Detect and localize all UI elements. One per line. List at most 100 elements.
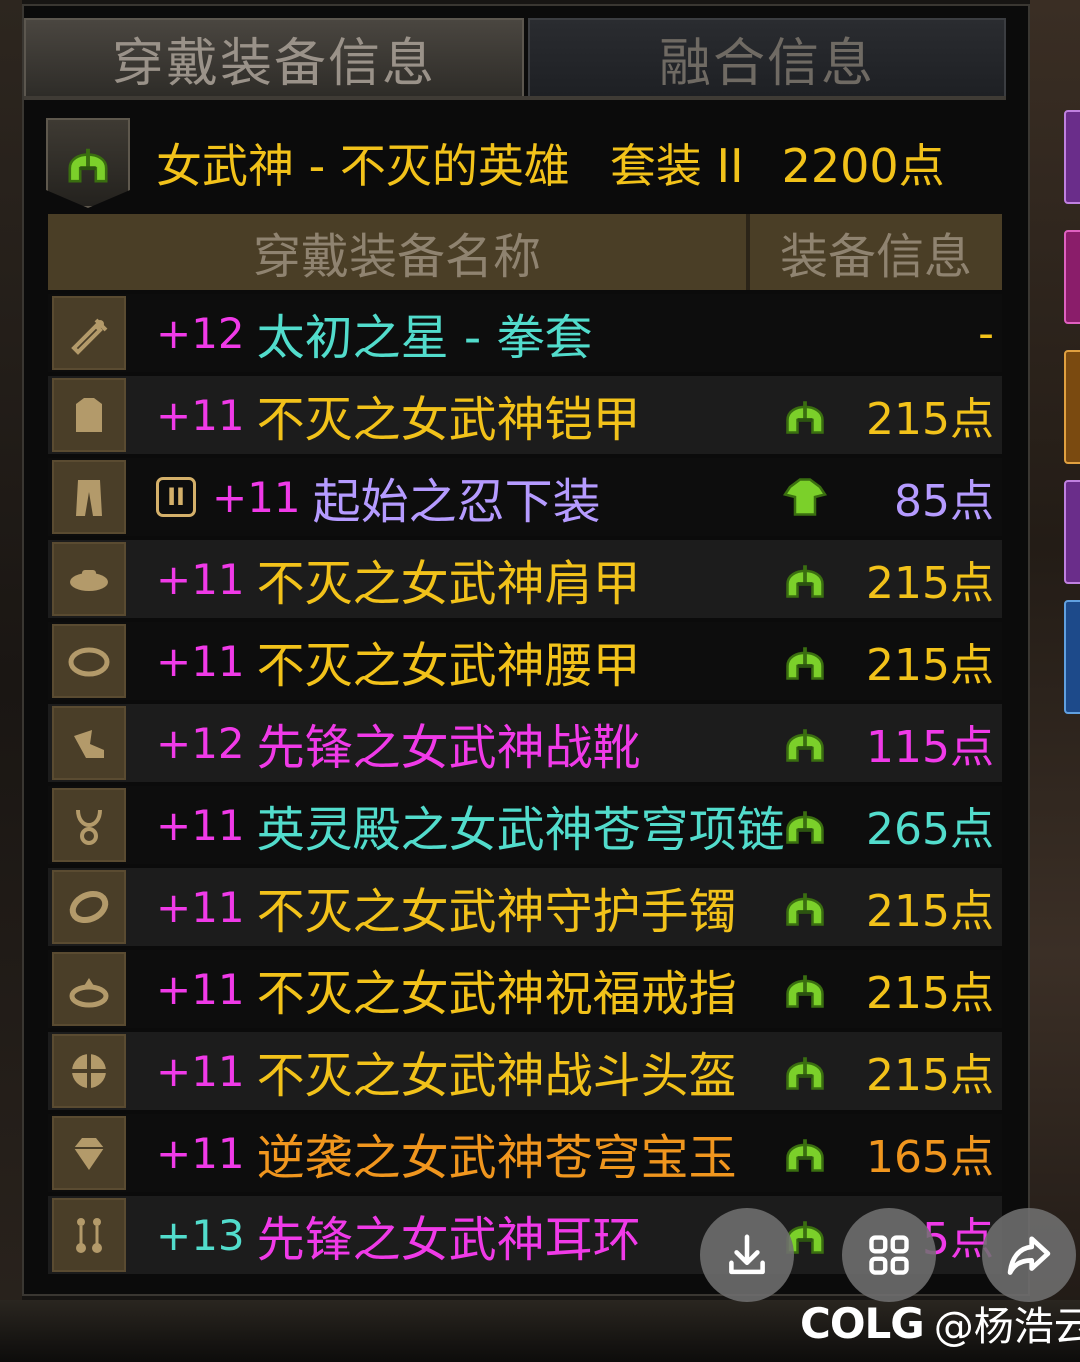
set-info-icon [780, 1128, 830, 1178]
share-button[interactable] [982, 1208, 1076, 1302]
belt-icon [68, 647, 110, 677]
table-row[interactable]: +11 不灭之女武神守护手镯 215点 [48, 868, 1002, 946]
slot-icon-frame [52, 378, 126, 452]
shoulder-icon [70, 570, 108, 591]
green-helmet-icon [68, 148, 108, 183]
enhance-level: +11 [156, 964, 245, 1014]
enhance-level: +11 [156, 636, 245, 686]
gem-icon [74, 1138, 104, 1170]
item-name: 不灭之女武神战斗头盔 [256, 1048, 737, 1104]
item-name: 英灵殿之女武神苍穹项链 [256, 802, 785, 858]
slot-icon-frame [52, 788, 126, 862]
item-points: 165点 [866, 1132, 994, 1183]
side-deco-slot [1064, 110, 1080, 204]
enhance-level: +12 [156, 308, 245, 358]
grid-icon [869, 1235, 909, 1275]
item-points: 215点 [866, 640, 994, 691]
item-points: 215点 [866, 968, 994, 1019]
table-row[interactable]: +12 先锋之女武神战靴 115点 [48, 704, 1002, 782]
green-helmet-icon [786, 647, 824, 680]
set-info-icon [780, 882, 830, 932]
necklace-icon [76, 809, 102, 845]
set-info-icon [780, 964, 830, 1014]
side-deco-slot [1064, 480, 1080, 584]
watermark: COLG @杨浩云 [800, 1294, 1080, 1352]
set-bonus-row: 女武神 - 不灭的英雄 套装 II 2200点 [40, 118, 1002, 208]
enhance-level: +11 [212, 472, 301, 522]
earring-icon [76, 1218, 102, 1253]
slot-icon-frame [52, 952, 126, 1026]
set-info-icon [780, 390, 830, 440]
green-helmet-icon [786, 1139, 824, 1172]
bracelet-icon [69, 890, 109, 924]
set-info-icon [780, 554, 830, 604]
table-row[interactable]: +11 不灭之女武神腰甲 215点 [48, 622, 1002, 700]
item-name: 不灭之女武神铠甲 [256, 392, 641, 448]
download-icon [729, 1234, 765, 1275]
table-row[interactable]: +11 不灭之女武神铠甲 215点 [48, 376, 1002, 454]
set-info-icon [780, 472, 830, 522]
enhance-level: +11 [156, 1128, 245, 1178]
item-points: 215点 [866, 394, 994, 445]
slot-icon-frame [52, 460, 126, 534]
enhance-level: +11 [156, 882, 245, 932]
weapon-icon [71, 318, 108, 355]
tab-equipped-info[interactable]: 穿戴装备信息 [24, 18, 524, 96]
top-armor-icon [76, 398, 102, 432]
table-row[interactable]: +11 不灭之女武神祝福戒指 215点 [48, 950, 1002, 1028]
table-header: 穿戴装备名称 装备信息 [48, 214, 1002, 290]
item-name: 不灭之女武神肩甲 [256, 556, 641, 612]
enhance-level: +13 [156, 1210, 245, 1260]
slot-icon-frame [52, 870, 126, 944]
green-helmet-icon [786, 729, 824, 762]
slot-icon-frame [52, 624, 126, 698]
item-tag-badge: II [156, 477, 196, 517]
download-button[interactable] [700, 1208, 794, 1302]
tab-fusion-info[interactable]: 融合信息 [528, 18, 1006, 96]
item-points: 85点 [894, 476, 994, 527]
green-helmet-icon [786, 975, 824, 1008]
green-helmet-icon [786, 893, 824, 926]
slot-icon-frame [52, 1198, 126, 1272]
watermark-logo: COLG [800, 1298, 925, 1348]
item-name: 不灭之女武神祝福戒指 [256, 966, 737, 1022]
equipment-list: +12 太初之星 - 拳套 - +11 不灭之女武神铠甲 215点 II +11 起始之忍下装 8… [48, 294, 1002, 1278]
enhance-level: +11 [156, 800, 245, 850]
item-points: 215点 [866, 886, 994, 937]
boots-icon [74, 730, 104, 758]
table-row[interactable]: +11 英灵殿之女武神苍穹项链 265点 [48, 786, 1002, 864]
item-name: 逆袭之女武神苍穹宝玉 [256, 1130, 737, 1186]
table-row[interactable]: +11 不灭之女武神肩甲 215点 [48, 540, 1002, 618]
enhance-level: +11 [156, 554, 245, 604]
slot-icon-frame [52, 1034, 126, 1108]
set-info-icon [780, 800, 830, 850]
column-header-info: 装备信息 [779, 229, 972, 285]
item-points: 265点 [866, 804, 994, 855]
side-deco-slot [1064, 600, 1080, 714]
item-name: 先锋之女武神耳环 [256, 1212, 641, 1268]
green-armor-icon [782, 478, 828, 516]
ring-icon [69, 978, 109, 1008]
green-helmet-icon [786, 401, 824, 434]
slot-icon-frame [52, 542, 126, 616]
enhance-level: +11 [156, 390, 245, 440]
set-info-icon [780, 636, 830, 686]
slot-icon-frame [52, 1116, 126, 1190]
grid-button[interactable] [842, 1208, 936, 1302]
set-points: 2200点 [781, 139, 945, 193]
side-deco-slot [1064, 350, 1080, 464]
item-name: 不灭之女武神守护手镯 [256, 884, 737, 940]
table-row[interactable]: +11 不灭之女武神战斗头盔 215点 [48, 1032, 1002, 1110]
set-info-icon [780, 718, 830, 768]
slot-icon-frame [52, 296, 126, 370]
enhance-level: +11 [156, 1046, 245, 1096]
table-row[interactable]: II +11 起始之忍下装 85点 [48, 458, 1002, 536]
tab-divider [24, 96, 1006, 100]
table-row[interactable]: +11 逆袭之女武神苍穹宝玉 165点 [48, 1114, 1002, 1192]
background-left [0, 0, 22, 1362]
share-icon [1007, 1236, 1051, 1275]
column-header-name: 穿戴装备名称 [48, 214, 750, 290]
subequip-icon [72, 1054, 106, 1088]
table-row[interactable]: +12 太初之星 - 拳套 - [48, 294, 1002, 372]
item-name: 太初之星 - 拳套 [256, 310, 593, 366]
